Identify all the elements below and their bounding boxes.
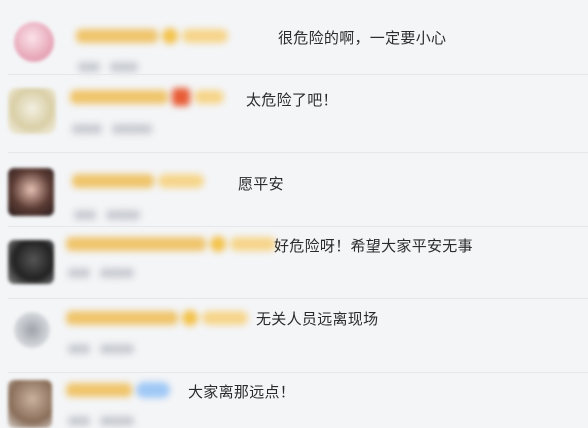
- user-avatar[interactable]: [14, 22, 54, 62]
- comment-item: 大家离那远点！: [0, 372, 588, 428]
- username[interactable]: [66, 311, 178, 325]
- username[interactable]: [66, 237, 206, 251]
- username-line[interactable]: [66, 236, 276, 252]
- level-badge-icon: [182, 29, 228, 43]
- username-line[interactable]: [66, 382, 170, 398]
- username-line[interactable]: [66, 310, 248, 326]
- vip-badge-icon: [210, 236, 226, 252]
- comment-meta: [68, 416, 134, 426]
- comment-item: 很危险的啊，一定要小心: [0, 0, 588, 76]
- username-line[interactable]: [72, 174, 204, 188]
- level-badge-icon: [194, 90, 224, 104]
- verified-badge-icon: [136, 382, 170, 398]
- comment-meta: [78, 62, 138, 72]
- user-avatar[interactable]: [14, 312, 50, 348]
- comment-item: 好危险呀！希望大家平安无事: [0, 228, 588, 302]
- comment-text: 好危险呀！希望大家平安无事: [274, 237, 473, 255]
- comment-text: 无关人员远离现场: [256, 310, 379, 328]
- comment-item: 愿平安: [0, 154, 588, 228]
- comment-meta: [68, 344, 134, 354]
- user-avatar[interactable]: [8, 240, 54, 284]
- comment-item: 太危险了吧！: [0, 76, 588, 154]
- vip-badge-icon: [182, 310, 198, 326]
- username[interactable]: [76, 29, 158, 43]
- username[interactable]: [70, 90, 168, 104]
- user-avatar[interactable]: [8, 168, 54, 216]
- username-line[interactable]: [70, 88, 224, 106]
- comment-meta: [74, 210, 140, 220]
- user-avatar[interactable]: [8, 88, 56, 134]
- vip-badge-icon: [172, 88, 190, 106]
- comment-text: 很危险的啊，一定要小心: [278, 29, 447, 47]
- divider: [8, 152, 588, 153]
- level-badge-icon: [158, 174, 204, 188]
- comment-text: 愿平安: [238, 175, 284, 193]
- username-line[interactable]: [76, 28, 228, 44]
- divider: [8, 226, 588, 227]
- divider: [8, 74, 588, 75]
- level-badge-icon: [202, 311, 248, 325]
- comment-item: 无关人员远离现场: [0, 302, 588, 378]
- vip-badge-icon: [162, 28, 178, 44]
- comment-text: 大家离那远点！: [188, 383, 296, 401]
- divider: [8, 298, 588, 299]
- comment-meta: [68, 268, 134, 278]
- username[interactable]: [66, 383, 132, 397]
- user-avatar[interactable]: [8, 380, 52, 428]
- level-badge-icon: [230, 237, 276, 251]
- comment-text: 太危险了吧！: [246, 91, 338, 109]
- comment-meta: [72, 124, 152, 134]
- username[interactable]: [72, 174, 154, 188]
